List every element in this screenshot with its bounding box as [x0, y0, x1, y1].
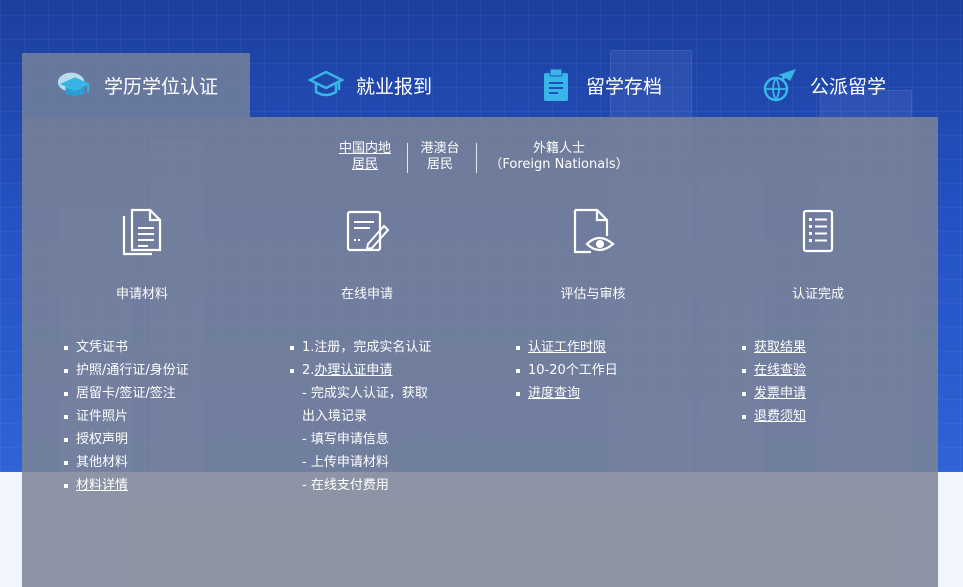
- documents-icon: [116, 205, 168, 257]
- subtab-mainland-residents[interactable]: 中国内地 居民: [330, 141, 400, 173]
- list-item: 2.办理认证申请: [290, 359, 490, 382]
- list-item: 居留卡/签证/签注: [64, 382, 264, 405]
- step-certification-complete: 认证完成: [758, 205, 878, 302]
- list-item: 证件照片: [64, 405, 264, 428]
- progress-query-link[interactable]: 进度查询: [516, 382, 716, 405]
- online-application-list: 1.注册，完成实名认证 2.办理认证申请 - 完成实人认证，获取 出入境记录 -…: [290, 336, 490, 497]
- archive-document-icon: [538, 67, 574, 103]
- materials-list: 文凭证书 护照/通行证/身份证 居留卡/签证/签注 证件照片 授权声明 其他材料…: [64, 336, 264, 497]
- processing-time-link[interactable]: 认证工作时限: [516, 336, 716, 359]
- list-item: - 在线支付费用: [302, 478, 389, 493]
- graduation-cap-icon: [56, 67, 92, 103]
- tab-employment-registration[interactable]: 就业报到: [308, 53, 432, 117]
- list-item: - 上传申请材料: [302, 455, 389, 470]
- step-label: 评估与审核: [560, 287, 626, 302]
- tab-government-sponsored-study[interactable]: 公派留学: [762, 53, 886, 117]
- service-tabs: 学历学位认证 就业报到 留学存档 公派留学: [22, 53, 938, 117]
- list-item: 其他材料: [64, 451, 264, 474]
- step-online-application: 在线申请: [307, 205, 427, 302]
- apply-certification-link[interactable]: 办理认证申请: [314, 363, 392, 378]
- employment-cap-icon: [308, 67, 344, 103]
- subtab-hk-macao-taiwan-residents[interactable]: 港澳台 居民: [410, 141, 470, 173]
- certification-panel: 中国内地 居民 港澳台 居民 外籍人士 （Foreign Nationals）: [22, 117, 938, 587]
- list-item: 授权声明: [64, 428, 264, 451]
- get-result-link[interactable]: 获取结果: [742, 336, 922, 359]
- list-item: 10-20个工作日: [516, 359, 716, 382]
- invoice-request-link[interactable]: 发票申请: [742, 382, 922, 405]
- edit-form-icon: [341, 205, 393, 257]
- complete-list: 获取结果 在线查验 发票申请 退费须知: [742, 336, 922, 428]
- list-item: 出入境记录: [302, 409, 368, 424]
- list-item: 文凭证书: [64, 336, 264, 359]
- tab-study-abroad-archive[interactable]: 留学存档: [538, 53, 662, 117]
- tab-label: 就业报到: [356, 75, 433, 98]
- list-item: - 填写申请信息: [302, 432, 389, 447]
- tab-degree-certification[interactable]: 学历学位认证: [22, 53, 250, 117]
- review-eye-icon: [567, 205, 619, 257]
- step-label: 申请材料: [115, 287, 168, 302]
- list-item: 1.注册，完成实名认证: [290, 336, 490, 359]
- step-label: 在线申请: [340, 287, 393, 302]
- step-evaluation-review: 评估与审核: [533, 205, 653, 302]
- materials-details-link[interactable]: 材料详情: [64, 474, 264, 497]
- checklist-icon: [792, 205, 844, 257]
- review-list: 认证工作时限 10-20个工作日 进度查询: [516, 336, 716, 405]
- tab-label: 学历学位认证: [104, 75, 219, 98]
- list-item: - 完成实人认证，获取: [302, 386, 428, 401]
- step-label: 认证完成: [791, 287, 844, 302]
- online-verification-link[interactable]: 在线查验: [742, 359, 922, 382]
- residency-subtabs: 中国内地 居民 港澳台 居民 外籍人士 （Foreign Nationals）: [22, 141, 938, 177]
- refund-notice-link[interactable]: 退费须知: [742, 405, 922, 428]
- tab-label: 公派留学: [810, 75, 887, 98]
- subtab-foreign-nationals[interactable]: 外籍人士 （Foreign Nationals）: [484, 141, 634, 173]
- airplane-globe-icon: [762, 67, 798, 103]
- list-item: 护照/通行证/身份证: [64, 359, 264, 382]
- subtab-divider: [476, 143, 477, 173]
- tab-label: 留学存档: [586, 75, 663, 98]
- step-application-materials: 申请材料: [82, 205, 202, 302]
- subtab-divider: [407, 143, 408, 173]
